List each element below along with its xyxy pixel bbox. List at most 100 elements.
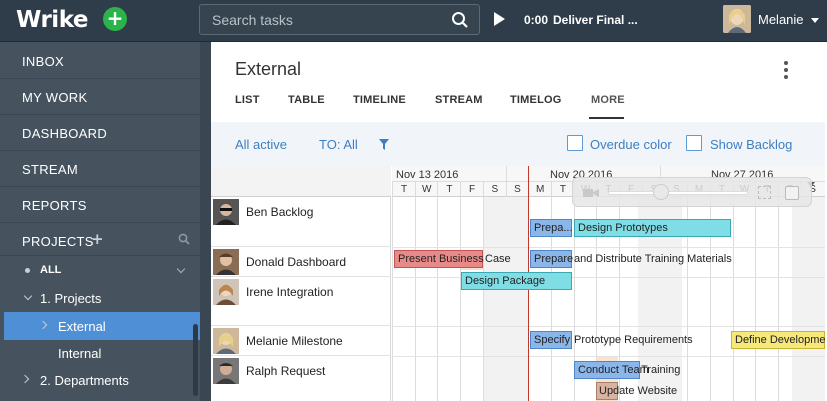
task-bar[interactable]: Prepare	[530, 250, 573, 268]
person-row[interactable]: Ben Backlog	[211, 197, 391, 247]
task-bar[interactable]: Present Business	[394, 250, 484, 268]
tree-item-projects[interactable]: 1. Projects	[40, 291, 101, 306]
show-backlog-checkbox[interactable]	[686, 135, 702, 151]
avatar-image	[213, 279, 239, 305]
person-row[interactable]: Ralph Request	[211, 356, 391, 401]
search-input[interactable]	[212, 11, 432, 29]
tab-stream[interactable]: STREAM	[435, 94, 483, 106]
tab-more[interactable]: MORE	[591, 94, 625, 106]
person-row[interactable]: Donald Dashboard	[211, 247, 391, 277]
task-bar[interactable]: Conduct Team	[574, 361, 649, 379]
assignee-filter[interactable]: TO: All	[319, 137, 358, 152]
day-gridline	[550, 181, 552, 401]
user-avatar-image	[723, 5, 751, 33]
task-bar[interactable]: Specify	[530, 331, 572, 349]
gantt-header-left	[211, 166, 391, 197]
person-name: Irene Integration	[246, 285, 334, 299]
sidebar-item-projects[interactable]: PROJECTS	[22, 234, 94, 249]
chevron-down-icon[interactable]	[23, 291, 33, 301]
task-bar[interactable]: Design Prototypes	[574, 219, 731, 237]
chevron-down-icon[interactable]	[176, 264, 186, 274]
gantt-chart: Ben Backlog Donald Dashboard Irene Integ…	[211, 166, 825, 401]
task-bar-overflow-label: Case	[485, 253, 511, 265]
more-options-icon[interactable]	[781, 61, 791, 83]
add-button[interactable]: +	[103, 7, 127, 31]
person-row[interactable]: Melanie Milestone	[211, 326, 391, 356]
avatar	[213, 279, 239, 305]
show-backlog-label[interactable]: Show Backlog	[710, 137, 792, 152]
video-control-overlay[interactable]	[572, 177, 812, 207]
person-name: Ralph Request	[246, 364, 326, 378]
sidebar-resize-edge[interactable]	[200, 42, 211, 401]
user-name[interactable]: Melanie	[758, 12, 804, 27]
tab-timelog[interactable]: TIMELOG	[510, 94, 562, 106]
video-slider-track[interactable]	[608, 191, 748, 195]
avatar-image	[213, 249, 239, 275]
tree-item-internal[interactable]: Internal	[58, 346, 101, 361]
sidebar-divider	[0, 78, 200, 79]
day-label: T	[400, 184, 408, 195]
page-title: External	[235, 59, 302, 79]
tree-item-all[interactable]: ALL	[40, 264, 61, 276]
avatar-image	[213, 358, 239, 384]
play-icon[interactable]	[494, 12, 505, 26]
task-bar[interactable]: Prepa...	[530, 219, 573, 237]
sidebar-item-reports[interactable]: REPORTS	[22, 198, 87, 213]
person-row[interactable]: Irene Integration	[211, 277, 391, 326]
sidebar-item-inbox[interactable]: INBOX	[22, 54, 64, 69]
day-label: M	[536, 184, 545, 195]
row-divider	[392, 277, 825, 278]
tree-item-external[interactable]: External	[58, 319, 106, 334]
sidebar-item-my-work[interactable]: MY WORK	[22, 90, 87, 105]
day-gridline	[687, 181, 689, 401]
overdue-color-label[interactable]: Overdue color	[590, 137, 672, 152]
stop-icon[interactable]	[785, 186, 799, 200]
sidebar-item-stream[interactable]: STREAM	[22, 162, 78, 177]
fullscreen-icon[interactable]	[758, 186, 771, 199]
day-gridline	[732, 181, 734, 401]
day-label: F	[469, 184, 476, 195]
sidebar-divider	[0, 186, 200, 187]
task-bar[interactable]: Update Website	[596, 382, 677, 400]
task-bar[interactable]: Define Developmer	[731, 331, 825, 349]
weekend-shade	[484, 197, 528, 401]
user-menu-caret-icon[interactable]	[811, 18, 819, 23]
day-gridline	[414, 181, 416, 401]
task-bar[interactable]: Design Package	[461, 272, 572, 290]
task-bar-overflow-label: Prototype Requirements	[574, 334, 693, 346]
week-divider	[506, 166, 507, 181]
chevron-right-icon[interactable]	[20, 374, 30, 384]
timer-task-name[interactable]: Deliver Final ...	[553, 13, 638, 27]
tab-table[interactable]: TABLE	[288, 94, 325, 106]
avatar-image	[213, 328, 239, 354]
task-bar-overflow-label: Training	[641, 364, 681, 376]
sidebar-divider	[0, 114, 200, 115]
task-bar-label: Update Website	[599, 385, 678, 397]
day-gridline	[709, 181, 711, 401]
search-icon[interactable]	[451, 11, 469, 29]
sidebar-divider	[0, 255, 200, 256]
project-search-icon[interactable]	[178, 233, 190, 245]
day-gridline	[437, 181, 439, 401]
day-label: T	[559, 184, 566, 195]
sidebar-item-dashboard[interactable]: DASHBOARD	[22, 126, 107, 141]
sidebar: INBOX MY WORK DASHBOARD STREAM REPORTS P…	[0, 42, 204, 401]
filter-funnel-icon[interactable]	[379, 139, 389, 150]
sidebar-scrollbar[interactable]	[193, 324, 198, 396]
day-gridline	[392, 181, 393, 401]
status-filter[interactable]: All active	[235, 137, 287, 152]
avatar	[213, 249, 239, 275]
row-divider	[392, 247, 825, 248]
overdue-color-checkbox[interactable]	[567, 135, 583, 151]
user-avatar[interactable]	[723, 5, 751, 33]
video-slider-knob[interactable]	[653, 184, 669, 200]
add-project-plus-icon[interactable]: +	[91, 230, 104, 248]
week-label: Nov 13 2016	[396, 169, 459, 181]
day-label: S	[514, 184, 521, 195]
wrike-logo[interactable]: Wrike	[16, 7, 88, 33]
tab-timeline[interactable]: TIMELINE	[353, 94, 406, 106]
camera-icon[interactable]	[583, 187, 599, 199]
tab-list[interactable]: LIST	[235, 94, 260, 106]
search-box[interactable]	[199, 4, 480, 35]
tree-item-departments[interactable]: 2. Departments	[40, 373, 129, 388]
